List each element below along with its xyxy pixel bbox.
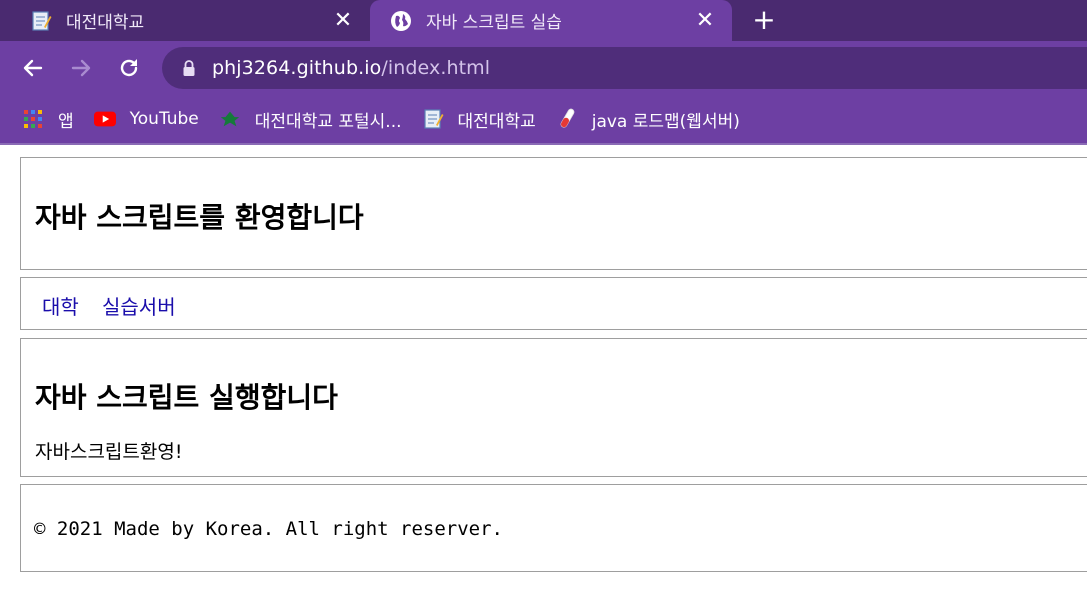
reload-icon — [120, 59, 138, 77]
forward-arrow-icon — [71, 59, 91, 77]
back-button[interactable] — [18, 53, 48, 83]
page-title: 자바 스크립트를 환영합니다 — [35, 201, 364, 234]
tab-daejeon-university[interactable]: 대전대학교 ✕ — [0, 0, 370, 41]
lock-icon — [182, 59, 196, 77]
back-arrow-icon — [23, 59, 43, 77]
notepad-icon — [30, 10, 52, 32]
url-path: /index.html — [381, 57, 491, 79]
main-output-text: 자바스크립트환영! — [35, 441, 183, 463]
bookmark-label: java 로드맵(웹서버) — [591, 111, 740, 132]
test-tube-icon — [556, 108, 578, 130]
page-footer: © 2021 Made by Korea. All right reserver… — [20, 484, 1087, 572]
bookmark-label: 대전대학교 포털시... — [254, 111, 402, 132]
reload-button[interactable] — [114, 53, 144, 83]
tab-title: 자바 스크립트 실습 — [426, 13, 562, 33]
bookmark-daejeon-portal[interactable]: 대전대학교 포털시... — [219, 103, 402, 135]
forward-button[interactable] — [66, 53, 96, 83]
url-host: phj3264.github.io — [212, 57, 382, 79]
tab-strip: 대전대학교 ✕ 자바 스크립트 실습 ✕ + — [0, 0, 1087, 41]
page-main: 자바 스크립트 실행합니다 자바스크립트환영! — [20, 338, 1087, 477]
notepad-icon — [422, 108, 444, 130]
bookmark-youtube[interactable]: YouTube — [93, 103, 199, 135]
bookmarks-bar: 앱 YouTube 대전대학교 포털시... 대전대학교 java 로드맵(웹서… — [0, 95, 1087, 143]
new-tab-button[interactable]: + — [748, 3, 780, 36]
footer-copyright: © 2021 Made by Korea. All right reserver… — [34, 518, 503, 540]
apps-grid-icon — [22, 108, 44, 130]
nav-link-practice-server[interactable]: 실습서버 — [102, 291, 176, 320]
page-header: 자바 스크립트를 환영합니다 — [20, 157, 1087, 270]
chrome-divider — [0, 143, 1087, 145]
bookmark-label: 앱 — [58, 111, 74, 132]
tab-title: 대전대학교 — [66, 13, 145, 33]
nav-link-university[interactable]: 대학 — [42, 291, 79, 320]
tab-javascript-practice[interactable]: 자바 스크립트 실습 ✕ — [370, 0, 732, 41]
youtube-icon — [93, 108, 116, 130]
university-logo-icon — [219, 108, 241, 130]
bookmark-daejeon-university[interactable]: 대전대학교 — [422, 103, 536, 135]
globe-icon — [390, 10, 412, 32]
address-bar[interactable]: phj3264.github.io/index.html — [162, 47, 1087, 89]
bookmark-java-roadmap[interactable]: java 로드맵(웹서버) — [556, 103, 740, 135]
bookmark-label: 대전대학교 — [457, 111, 536, 132]
bookmark-label: YouTube — [129, 109, 199, 129]
page-nav: 대학 실습서버 — [20, 277, 1087, 330]
main-heading: 자바 스크립트 실행합니다 — [35, 381, 338, 414]
close-tab-icon[interactable]: ✕ — [330, 6, 356, 34]
url-text: phj3264.github.io/index.html — [212, 57, 490, 79]
bookmark-apps[interactable]: 앱 — [22, 103, 74, 135]
close-tab-icon[interactable]: ✕ — [692, 6, 718, 34]
